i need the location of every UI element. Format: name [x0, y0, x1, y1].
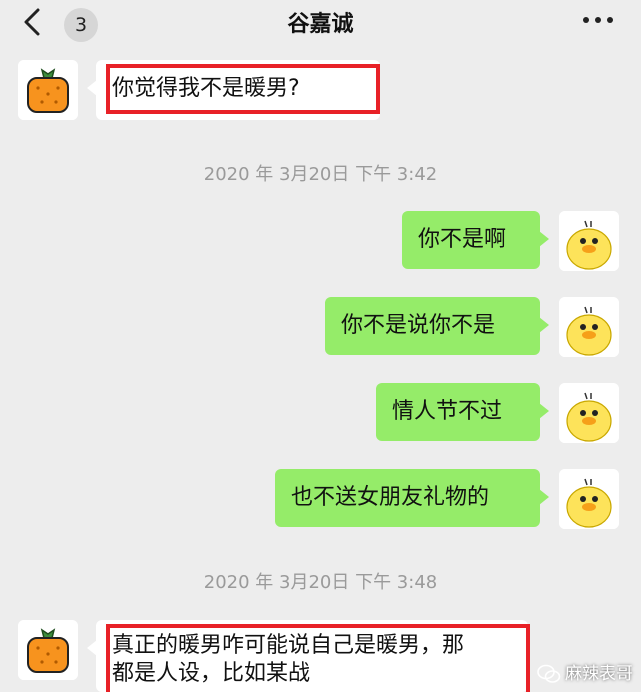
watermark: 麻辣表哥	[537, 659, 633, 684]
highlight-box	[106, 64, 380, 114]
persimmon-avatar-icon	[18, 60, 78, 120]
chat-title: 谷嘉诚	[287, 12, 354, 37]
duck-avatar-icon	[559, 211, 619, 271]
my-avatar[interactable]	[559, 297, 619, 357]
message-text: 你不是说你不是	[341, 313, 496, 338]
contact-avatar[interactable]	[18, 60, 78, 120]
duck-avatar-icon	[559, 469, 619, 529]
wechat-watermark-icon	[537, 664, 561, 683]
my-avatar[interactable]	[559, 469, 619, 529]
message-bubble[interactable]: 也不送女朋友礼物的	[275, 469, 549, 527]
chat-header: 3 谷嘉诚	[0, 0, 641, 44]
my-avatar[interactable]	[559, 383, 619, 443]
highlight-box	[106, 624, 530, 692]
message-text: 也不送女朋友礼物的	[291, 485, 490, 510]
contact-avatar[interactable]	[18, 620, 78, 680]
message-text: 情人节不过	[392, 399, 503, 424]
duck-avatar-icon	[559, 297, 619, 357]
timestamp: 2020 年 3月20日 下午 3:42	[203, 164, 438, 185]
duck-avatar-icon	[559, 383, 619, 443]
message-bubble[interactable]: 你不是说你不是	[325, 297, 549, 355]
message-bubble[interactable]: 你不是啊	[402, 211, 549, 269]
persimmon-avatar-icon	[18, 620, 78, 680]
watermark-text: 麻辣表哥	[565, 664, 633, 684]
more-dots-icon[interactable]	[583, 17, 613, 25]
message-text: 你不是啊	[418, 227, 507, 252]
my-avatar[interactable]	[559, 211, 619, 271]
timestamp: 2020 年 3月20日 下午 3:48	[203, 572, 438, 593]
message-bubble[interactable]: 情人节不过	[376, 383, 549, 441]
